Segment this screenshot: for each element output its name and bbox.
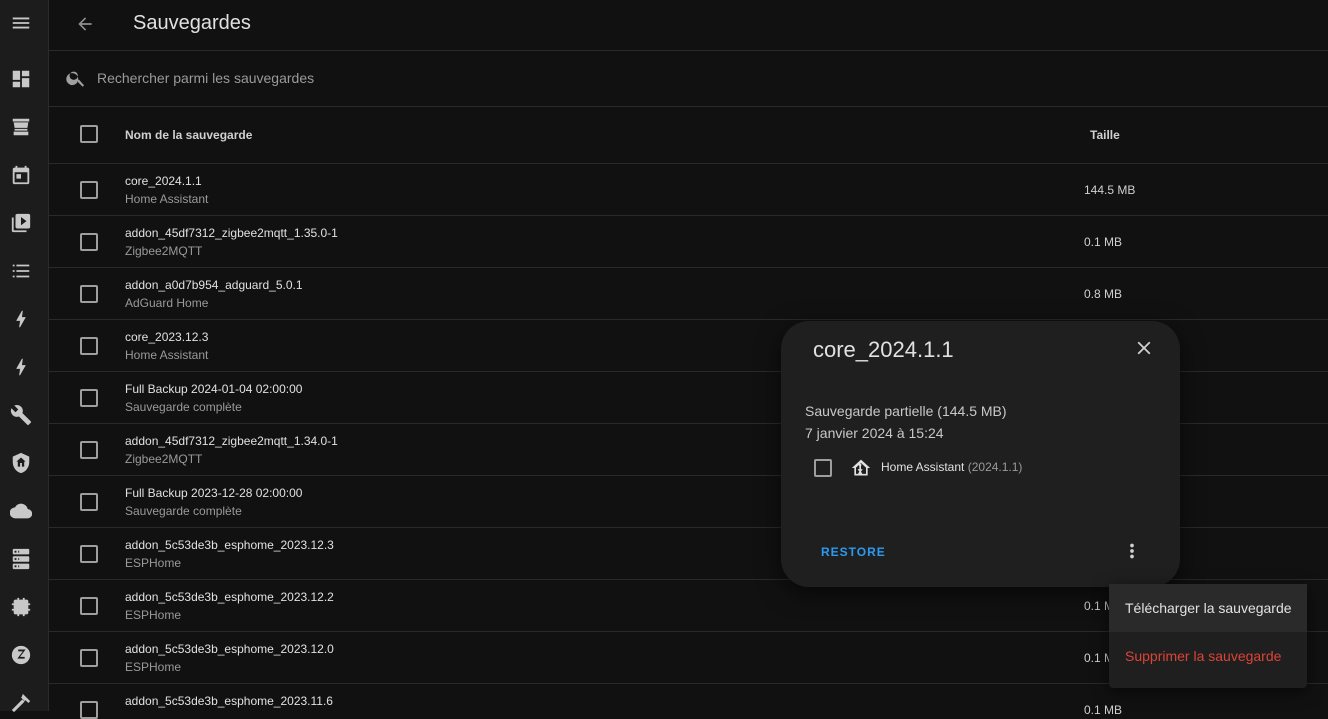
row-checkbox[interactable] <box>80 233 98 251</box>
table-row[interactable]: addon_a0d7b954_adguard_5.0.1 AdGuard Home… <box>49 268 1328 320</box>
backup-size: 0.1 MB <box>1084 235 1123 249</box>
energy-icon[interactable] <box>9 355 33 379</box>
column-header-size[interactable]: Taille <box>1090 128 1120 142</box>
delete-backup-menu-item[interactable]: Supprimer la sauvegarde <box>1109 632 1307 680</box>
backup-size: 0.1 MB <box>1084 703 1123 717</box>
backup-size: 0.8 MB <box>1084 287 1123 301</box>
table-row[interactable]: addon_5c53de3b_esphome_2023.11.6 0.1 MB <box>49 684 1328 719</box>
list-icon[interactable] <box>9 259 33 283</box>
backup-source: ESPHome <box>125 608 182 622</box>
back-arrow-icon[interactable] <box>73 12 97 36</box>
more-vert-icon[interactable] <box>1121 540 1145 564</box>
row-checkbox[interactable] <box>80 441 98 459</box>
restore-item-name: Home Assistant <box>881 460 965 474</box>
row-checkbox[interactable] <box>80 597 98 615</box>
media-icon[interactable] <box>9 211 33 235</box>
download-backup-label: Télécharger la sauvegarde <box>1125 600 1292 616</box>
backup-name: addon_a0d7b954_adguard_5.0.1 <box>125 278 303 292</box>
backup-name: core_2024.1.1 <box>125 174 202 188</box>
table-header: Nom de la sauvegarde Taille <box>49 107 1328 164</box>
energy-icon[interactable] <box>9 307 33 331</box>
backup-source: ESPHome <box>125 556 182 570</box>
backup-name: addon_5c53de3b_esphome_2023.12.2 <box>125 590 334 604</box>
dialog-title: core_2024.1.1 <box>813 337 954 362</box>
download-backup-menu-item[interactable]: Télécharger la sauvegarde <box>1109 584 1307 632</box>
search-bar <box>49 51 1328 107</box>
table-row[interactable]: addon_45df7312_zigbee2mqtt_1.35.0-1 Zigbe… <box>49 216 1328 268</box>
table-row[interactable]: core_2024.1.1 Home Assistant 144.5 MB <box>49 164 1328 216</box>
column-header-name[interactable]: Nom de la sauvegarde <box>125 128 252 142</box>
restore-item-checkbox[interactable] <box>814 459 832 477</box>
restore-item-version: (2024.1.1) <box>967 460 1023 474</box>
backup-name: Full Backup 2023-12-28 02:00:00 <box>125 486 303 500</box>
row-checkbox[interactable] <box>80 285 98 303</box>
row-checkbox[interactable] <box>80 493 98 511</box>
page-title: Sauvegardes <box>133 12 251 34</box>
sidebar <box>0 0 49 713</box>
backup-source: Zigbee2MQTT <box>125 244 203 258</box>
row-checkbox[interactable] <box>80 181 98 199</box>
select-all-checkbox[interactable] <box>80 125 98 143</box>
backup-name: addon_45df7312_zigbee2mqtt_1.34.0-1 <box>125 434 338 448</box>
backup-name: addon_5c53de3b_esphome_2023.12.0 <box>125 642 334 656</box>
cloud-icon[interactable] <box>9 499 33 523</box>
row-checkbox[interactable] <box>80 701 98 719</box>
row-checkbox[interactable] <box>80 337 98 355</box>
backup-source: Home Assistant <box>125 192 209 206</box>
hacs-icon[interactable] <box>9 115 33 139</box>
backup-name: Full Backup 2024-01-04 02:00:00 <box>125 382 303 396</box>
backup-source: AdGuard Home <box>125 296 209 310</box>
backup-name: addon_45df7312_zigbee2mqtt_1.35.0-1 <box>125 226 338 240</box>
zwave-icon[interactable] <box>9 643 33 667</box>
backup-size: 144.5 MB <box>1084 183 1136 197</box>
search-input[interactable] <box>97 65 697 91</box>
search-icon <box>65 67 89 91</box>
backup-name: addon_5c53de3b_esphome_2023.12.3 <box>125 538 334 552</box>
wrench-icon[interactable] <box>9 403 33 427</box>
row-checkbox[interactable] <box>80 389 98 407</box>
backup-date: 7 janvier 2024 à 15:24 <box>805 425 944 441</box>
chip-icon[interactable] <box>9 595 33 619</box>
home-assistant-icon <box>851 458 871 478</box>
backup-details-dialog: core_2024.1.1 Sauvegarde partielle (144.… <box>781 321 1180 587</box>
menu-icon[interactable] <box>9 11 33 35</box>
row-checkbox[interactable] <box>80 545 98 563</box>
calendar-icon[interactable] <box>9 163 33 187</box>
top-app-bar: Sauvegardes <box>49 0 1328 51</box>
backup-name: core_2023.12.3 <box>125 330 209 344</box>
backup-source: ESPHome <box>125 660 182 674</box>
backup-source: Home Assistant <box>125 348 209 362</box>
dashboard-icon[interactable] <box>9 67 33 91</box>
delete-backup-label: Supprimer la sauvegarde <box>1125 648 1282 664</box>
overflow-menu: Télécharger la sauvegarde Supprimer la s… <box>1109 584 1307 688</box>
restore-button[interactable]: RESTORE <box>821 545 886 559</box>
shield-home-icon[interactable] <box>9 451 33 475</box>
close-icon[interactable] <box>1133 337 1157 361</box>
backup-source: Sauvegarde complète <box>125 400 242 414</box>
hammer-icon[interactable] <box>9 691 33 715</box>
backup-type: Sauvegarde partielle (144.5 MB) <box>805 403 1007 419</box>
backup-name: addon_5c53de3b_esphome_2023.11.6 <box>125 694 333 708</box>
restore-item-home-assistant: Home Assistant (2024.1.1) <box>814 458 1074 478</box>
backup-source: Zigbee2MQTT <box>125 452 203 466</box>
row-checkbox[interactable] <box>80 649 98 667</box>
server-icon[interactable] <box>9 547 33 571</box>
backup-source: Sauvegarde complète <box>125 504 242 518</box>
